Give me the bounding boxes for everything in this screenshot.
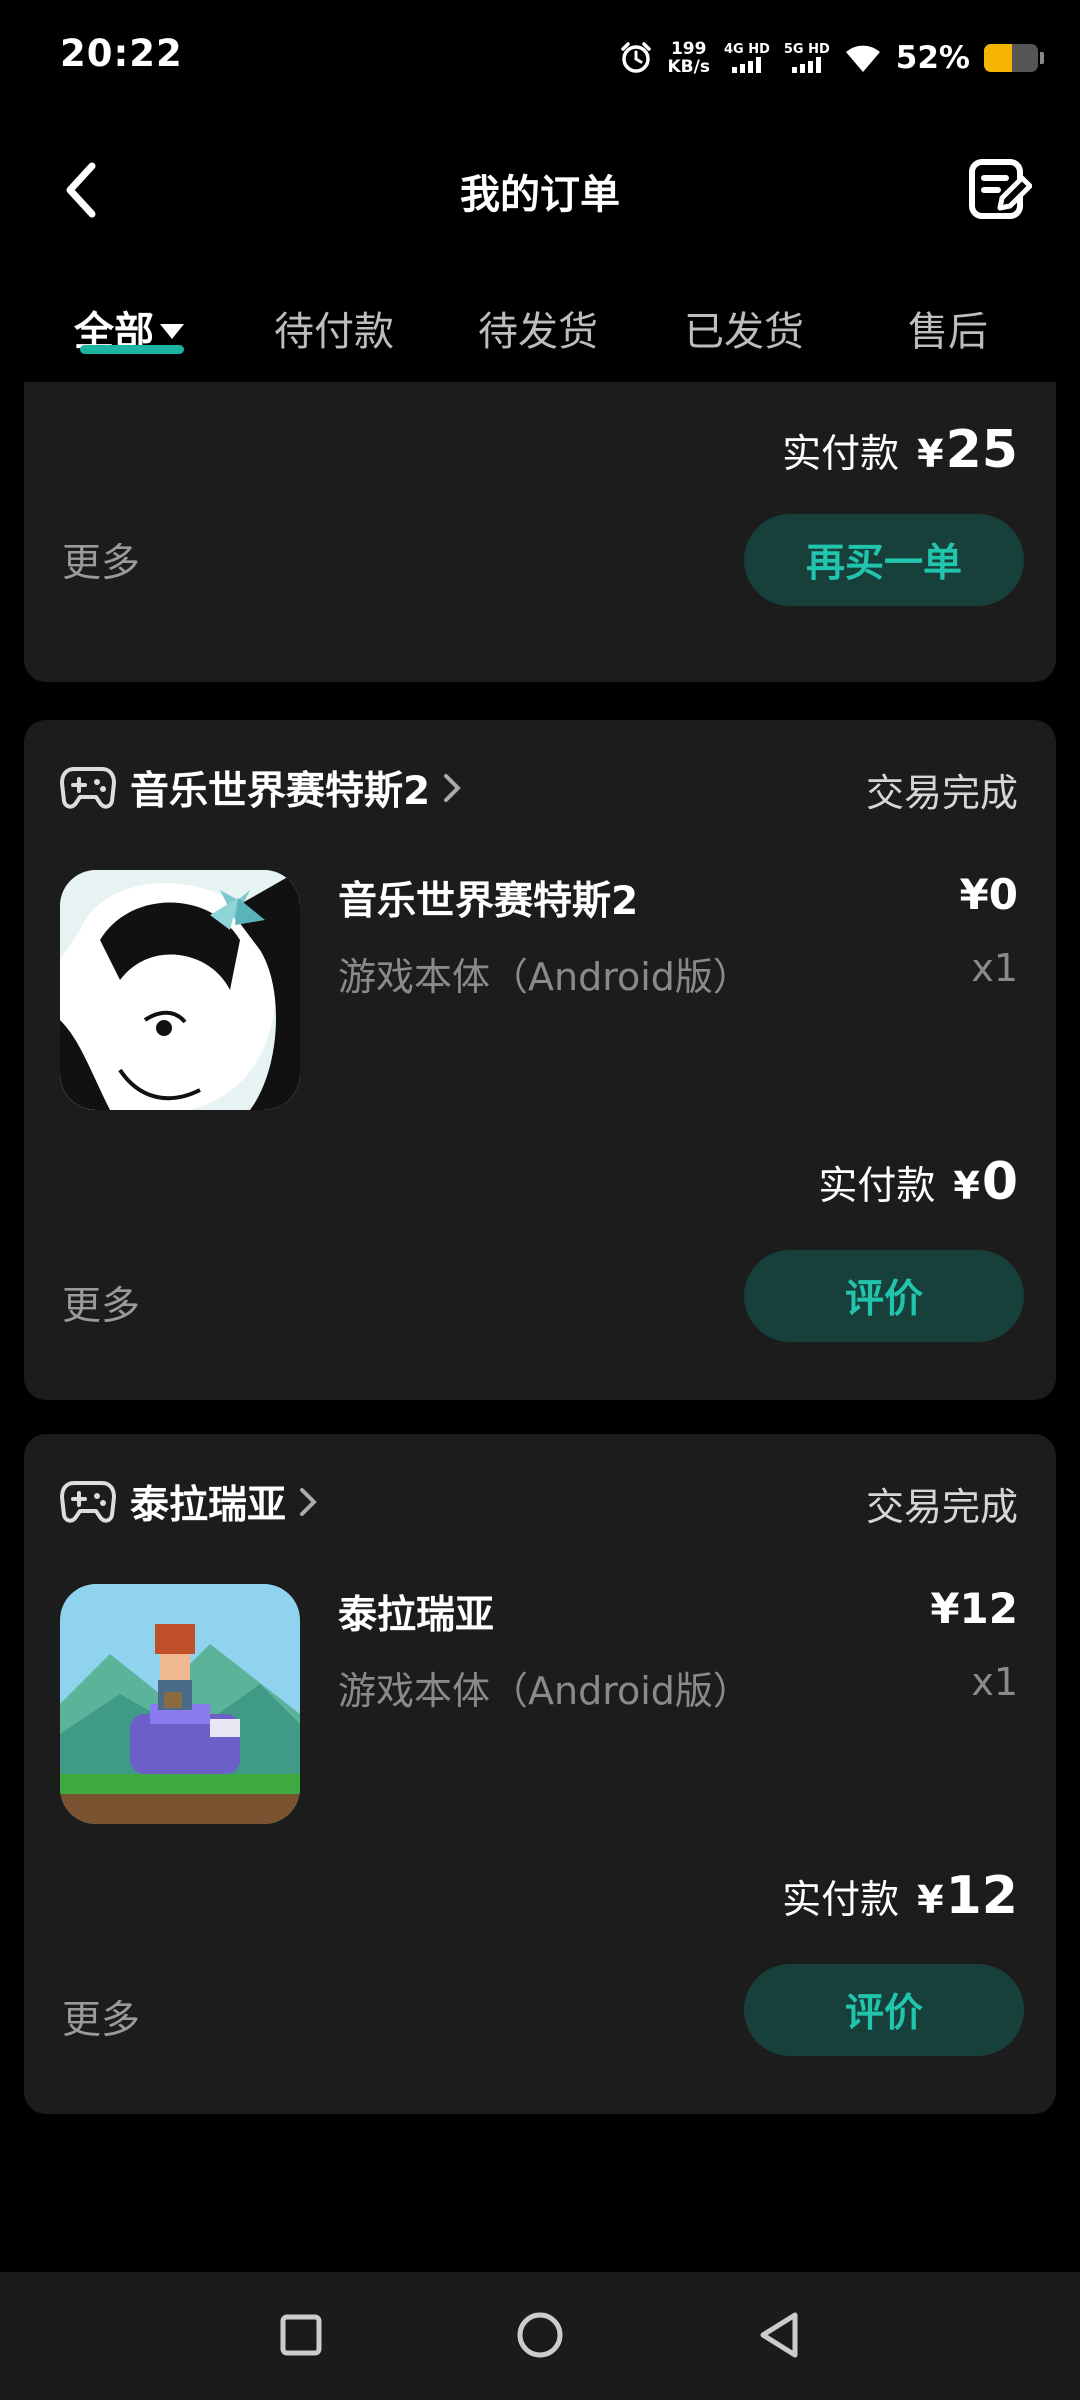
item-name[interactable]: 泰拉瑞亚 (338, 1584, 494, 1640)
status-time: 20:22 (60, 32, 183, 75)
edit-button[interactable] (966, 156, 1033, 222)
paid-label: 实付款 (782, 432, 900, 477)
order-list[interactable]: 实付款 ¥ 25 更多 再买一单 音乐世界赛特斯2 交易完成 音乐世界赛特斯2 … (0, 382, 1080, 2272)
tab-pending-shipment[interactable]: 待发货 (478, 299, 598, 357)
paid-amount: 12 (945, 1866, 1018, 1926)
sim2-signal: 5G HD (784, 43, 830, 73)
signal-bars-icon (792, 57, 822, 73)
order-status: 交易完成 (865, 771, 1018, 815)
network-speed: 199 KB/s (667, 40, 709, 76)
status-bar: 20:22 199 KB/s 4G HD 5G HD 52% (0, 0, 1080, 118)
circle-icon (517, 2312, 563, 2358)
product-thumbnail[interactable] (60, 870, 300, 1110)
product-thumbnail[interactable] (60, 1584, 300, 1824)
recent-apps-button[interactable] (268, 2302, 334, 2368)
item-price: ¥0 (959, 870, 1018, 919)
tab-shipped[interactable]: 已发货 (684, 299, 804, 357)
item-quantity: x1 (971, 946, 1018, 990)
sim1-signal: 4G HD (724, 43, 770, 73)
buy-again-button[interactable]: 再买一单 (744, 514, 1024, 606)
order-tabs: 全部 待付款 待发货 已发货 售后 (0, 285, 1080, 380)
status-icons: 199 KB/s 4G HD 5G HD 52% (619, 34, 1044, 82)
paid-amount: 0 (981, 1152, 1018, 1212)
system-nav-bar (0, 2272, 1080, 2400)
more-button[interactable]: 更多 (62, 1989, 140, 2045)
order-card: 泰拉瑞亚 交易完成 泰拉瑞亚 游戏本体（Android版） ¥12 x1 实付款… (24, 1434, 1056, 2114)
network-speed-unit: KB/s (667, 57, 710, 77)
shop-header[interactable]: 泰拉瑞亚 (60, 1474, 318, 1530)
item-name[interactable]: 音乐世界赛特斯2 (338, 870, 638, 926)
tab-pending-payment[interactable]: 待付款 (274, 299, 394, 357)
item-spec: 游戏本体（Android版） (338, 955, 751, 999)
paid-amount: 25 (945, 420, 1018, 480)
page-title: 我的订单 (460, 172, 620, 218)
triangle-back-icon (760, 2312, 798, 2358)
sim2-label: 5G HD (783, 42, 830, 57)
header: 我的订单 (0, 140, 1080, 240)
tab-after-sales[interactable]: 售后 (908, 299, 988, 357)
shop-name: 泰拉瑞亚 (130, 1483, 287, 1528)
order-card: 实付款 ¥ 25 更多 再买一单 (24, 382, 1056, 682)
battery-percent: 52% (895, 40, 970, 76)
battery-icon (984, 44, 1044, 72)
paid-label: 实付款 (782, 1878, 900, 1923)
square-icon (280, 2314, 322, 2356)
network-speed-value: 199 (670, 39, 707, 59)
shop-header[interactable]: 音乐世界赛特斯2 (60, 760, 462, 816)
paid-currency: ¥ (917, 1878, 944, 1922)
paid-total: 实付款 ¥ 12 (782, 1866, 1018, 1926)
chevron-right-icon (300, 1488, 317, 1516)
edit-note-icon (969, 159, 1033, 219)
order-card: 音乐世界赛特斯2 交易完成 音乐世界赛特斯2 游戏本体（Android版） ¥0… (24, 720, 1056, 1400)
more-button[interactable]: 更多 (62, 532, 140, 588)
wifi-icon (845, 45, 880, 72)
paid-label: 实付款 (818, 1164, 936, 1209)
paid-currency: ¥ (917, 432, 944, 476)
shop-name: 音乐世界赛特斯2 (130, 769, 431, 814)
alarm-icon (621, 42, 652, 73)
paid-total: 实付款 ¥ 0 (818, 1152, 1018, 1212)
active-tab-indicator (80, 345, 184, 354)
paid-total: 实付款 ¥ 25 (782, 420, 1018, 480)
review-button[interactable]: 评价 (744, 1250, 1024, 1342)
order-status: 交易完成 (865, 1485, 1018, 1529)
caret-down-icon (160, 323, 184, 339)
review-button[interactable]: 评价 (744, 1964, 1024, 2056)
gamepad-icon (60, 767, 116, 809)
sim1-label: 4G HD (723, 42, 770, 57)
gamepad-icon (60, 1481, 116, 1523)
item-price: ¥12 (930, 1584, 1018, 1633)
anime-girl-cover-image (60, 870, 300, 1110)
item-quantity: x1 (971, 1660, 1018, 1704)
paid-currency: ¥ (953, 1164, 980, 1208)
pixel-game-cover-image (60, 1584, 300, 1824)
chevron-right-icon (444, 774, 461, 802)
item-spec: 游戏本体（Android版） (338, 1669, 751, 1713)
more-button[interactable]: 更多 (62, 1275, 140, 1331)
home-button[interactable] (507, 2302, 573, 2368)
back-nav-button[interactable] (746, 2302, 812, 2368)
signal-bars-icon (732, 57, 762, 73)
